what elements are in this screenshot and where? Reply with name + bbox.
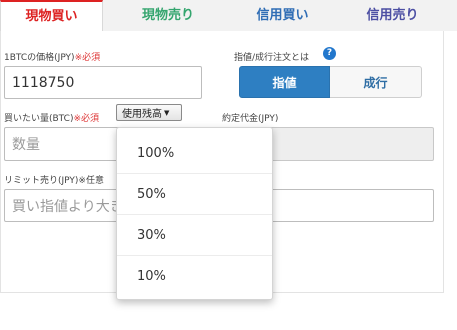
price-required-note: ※必須 bbox=[74, 53, 101, 63]
limit-sell-placeholder: 買い指値より大き bbox=[12, 198, 124, 215]
price-value: 1118750 bbox=[12, 74, 75, 91]
balance-dropdown-button[interactable]: 使用残高 ▼ bbox=[116, 104, 182, 121]
amount-label: 買いたい量(BTC)※必須 bbox=[4, 111, 99, 124]
limit-order-button[interactable]: 指値 bbox=[239, 66, 330, 98]
tab-margin-sell[interactable]: 信用売り bbox=[340, 0, 445, 31]
caret-down-icon: ▼ bbox=[164, 108, 170, 117]
price-label: 1BTCの価格(JPY)※必須 bbox=[4, 50, 100, 63]
limit-sell-label-text: リミット売り(JPY) bbox=[4, 176, 79, 186]
balance-option-30[interactable]: 30% bbox=[117, 215, 272, 256]
amount-required-note: ※必須 bbox=[73, 114, 99, 124]
tab-spot-buy[interactable]: 現物買い bbox=[0, 0, 103, 32]
balance-option-100[interactable]: 100% bbox=[117, 133, 272, 174]
order-tabs: 現物買い 現物売り 信用買い 信用売り bbox=[0, 0, 457, 32]
order-type-label: 指値/成行注文とは bbox=[234, 53, 310, 63]
price-input[interactable]: 1118750 bbox=[4, 66, 202, 99]
limit-sell-optional-note: ※任意 bbox=[78, 176, 104, 186]
balance-dropdown-label: 使用残高 bbox=[122, 109, 162, 120]
amount-placeholder: 数量 bbox=[12, 137, 40, 153]
balance-option-10[interactable]: 10% bbox=[117, 256, 272, 297]
amount-label-text: 買いたい量(BTC) bbox=[4, 114, 74, 124]
balance-dropdown-menu: 100% 50% 30% 10% bbox=[116, 127, 273, 300]
tab-spot-sell[interactable]: 現物売り bbox=[118, 0, 218, 31]
balance-option-50[interactable]: 50% bbox=[117, 174, 272, 215]
price-label-text: 1BTCの価格(JPY) bbox=[4, 53, 75, 63]
contract-label: 約定代金(JPY) bbox=[222, 114, 279, 124]
tab-margin-buy[interactable]: 信用買い bbox=[230, 0, 335, 31]
limit-sell-label: リミット売り(JPY)※任意 bbox=[4, 173, 104, 186]
market-order-button[interactable]: 成行 bbox=[330, 66, 422, 98]
question-circle-icon[interactable]: ? bbox=[323, 47, 336, 60]
